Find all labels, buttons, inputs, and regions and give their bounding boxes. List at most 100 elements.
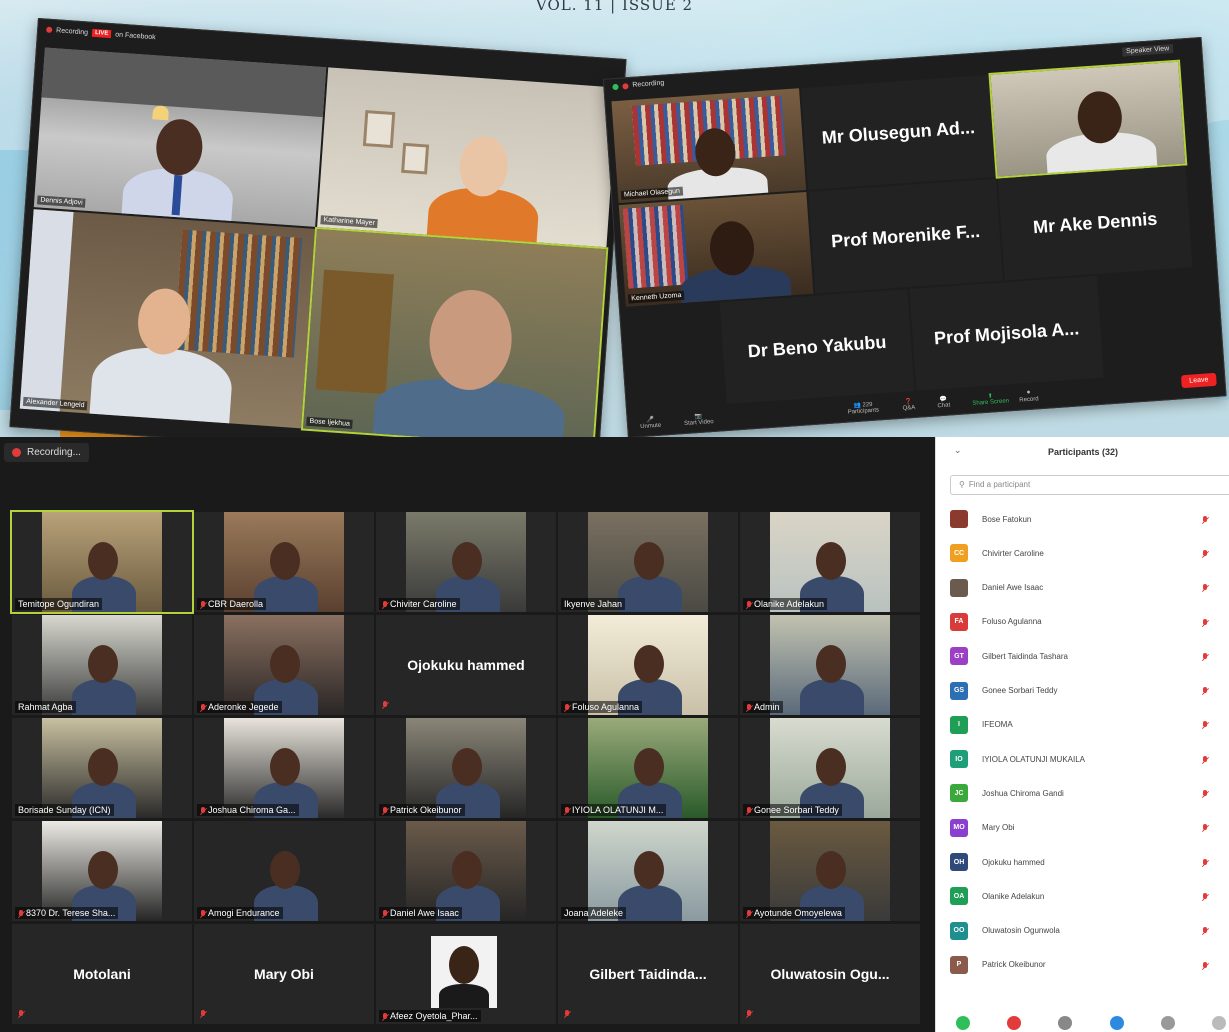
participant-name-tile[interactable]: Motolani <box>12 924 192 1024</box>
face <box>452 748 482 786</box>
video-tile[interactable]: Alexander Lengeld <box>19 209 315 429</box>
muted-mic-icon[interactable] <box>1202 926 1229 936</box>
participant-name-tile[interactable]: Mr Ake Dennis <box>997 165 1193 281</box>
participant-row[interactable]: FA Foluso Agulanna <box>950 610 1229 634</box>
muted-mic-icon[interactable] <box>1202 754 1229 764</box>
video-tile[interactable]: Daniel Awe Isaac <box>376 821 556 921</box>
participant-name-tile[interactable]: Prof Mojisola A... <box>909 275 1104 391</box>
participant-row[interactable]: IO IYIOLA OLATUNJI MUKAILA <box>950 747 1229 771</box>
video-tile[interactable]: Borisade Sunday (ICN) <box>12 718 192 818</box>
video-tile[interactable]: Amogi Endurance <box>194 821 374 921</box>
participant-label: Temitope Ogundiran <box>15 598 103 610</box>
no-icon[interactable] <box>1007 1016 1022 1030</box>
faster-icon[interactable] <box>1109 1016 1124 1030</box>
participant-row[interactable]: OH Ojokuku hammed <box>950 850 1229 874</box>
muted-mic-icon[interactable] <box>1202 857 1229 867</box>
participant-row[interactable]: I IFEOMA <box>950 713 1229 737</box>
avatar: GS <box>950 681 968 700</box>
muted-mic-icon[interactable] <box>1202 788 1229 798</box>
video-tile[interactable]: Admin <box>740 615 920 715</box>
avatar: FA <box>950 612 968 631</box>
video-tile[interactable]: Gonee Sorbari Teddy <box>740 718 920 818</box>
participant-name-tile[interactable]: Prof Morenike F... <box>808 178 1003 294</box>
record-icon <box>46 26 53 34</box>
participant-row[interactable]: GT Gilbert Taidinda Tashara <box>950 644 1229 668</box>
participant-label: CBR Daerolla <box>197 598 267 610</box>
participant-name-tile[interactable]: Gilbert Taidinda... <box>558 924 738 1024</box>
participant-name: Ojokuku hammed <box>982 857 1045 867</box>
participant-row[interactable]: P Patrick Okeibunor <box>950 953 1229 977</box>
q-and-a-button[interactable]: ❓ Q&A <box>902 398 915 412</box>
video-tile[interactable]: CBR Daerolla <box>194 512 374 612</box>
participants-button[interactable]: 👥 229 Participants <box>847 400 880 416</box>
participant-search-input[interactable]: ⚲ Find a participant <box>950 475 1229 495</box>
participant-name-tile[interactable]: Dr Beno Yakubu <box>719 289 915 405</box>
video-tile[interactable]: 8370 Dr. Terese Sha... <box>12 821 192 921</box>
participant-row[interactable]: OA Olanike Adelakun <box>950 884 1229 908</box>
muted-mic-icon <box>382 1012 388 1021</box>
video-tile[interactable]: Katharine Mayer <box>317 67 618 248</box>
slower-icon[interactable] <box>1058 1016 1073 1030</box>
video-tile[interactable]: Ikyenve Jahan <box>558 512 738 612</box>
face <box>816 542 846 580</box>
muted-mic-icon <box>200 806 206 815</box>
start-video-button[interactable]: 📷 Start Video <box>683 412 714 427</box>
share-screen-button[interactable]: ⬆ Share Screen <box>972 391 1009 406</box>
muted-mic-icon[interactable] <box>1202 960 1229 970</box>
person-body <box>439 984 489 1008</box>
leave-button[interactable]: Leave <box>1180 372 1217 389</box>
face <box>634 645 664 683</box>
participant-row[interactable]: GS Gonee Sorbari Teddy <box>950 679 1229 703</box>
video-tile[interactable]: Dennis Adjovi <box>33 47 327 227</box>
muted-mic-icon[interactable] <box>1202 617 1229 627</box>
muted-mic-icon[interactable] <box>1202 720 1229 730</box>
participant-row[interactable]: JC Joshua Chiroma Gandi <box>950 781 1229 805</box>
video-tile[interactable]: Joshua Chiroma Ga... <box>194 718 374 818</box>
person-body <box>800 679 864 715</box>
recording-indicator[interactable]: Recording... <box>4 443 89 462</box>
video-tile[interactable]: Michael Olasegun <box>611 88 807 204</box>
muted-mic-icon[interactable] <box>1202 514 1229 524</box>
participant-name-tile[interactable]: Ojokuku hammed <box>376 615 556 715</box>
video-tile[interactable]: Chiviter Caroline <box>376 512 556 612</box>
participant-row[interactable]: Bose Fatokun <box>950 507 1229 531</box>
unmute-button[interactable]: 🎤 Unmute <box>640 416 661 430</box>
participant-name-tile[interactable]: Oluwatosin Ogu... <box>740 924 920 1024</box>
video-tile[interactable]: Aderonke Jegede <box>194 615 374 715</box>
video-tile[interactable]: IYIOLA OLATUNJI M... <box>558 718 738 818</box>
muted-mic-icon[interactable] <box>1202 686 1229 696</box>
muted-mic-icon[interactable] <box>1202 891 1229 901</box>
muted-mic-icon[interactable] <box>1202 651 1229 661</box>
muted-mic-icon <box>564 806 570 815</box>
muted-mic-icon[interactable] <box>1202 583 1229 593</box>
more-icon[interactable] <box>1160 1016 1175 1030</box>
record-button[interactable]: ⏺ Record <box>1019 389 1039 404</box>
chat-button[interactable]: 💬 Chat <box>937 395 950 410</box>
participant-row[interactable]: CC Chivirter Caroline <box>950 541 1229 565</box>
muted-mic-icon[interactable] <box>1202 548 1229 558</box>
more-icon[interactable] <box>1211 1016 1226 1030</box>
video-tile[interactable]: Olanike Adelakun <box>740 512 920 612</box>
participant-name-tile[interactable]: Mr Olusegun Ad... <box>801 74 996 190</box>
video-tile[interactable]: Ayotunde Omoyelewa <box>740 821 920 921</box>
muted-mic-icon[interactable] <box>1202 823 1229 833</box>
participant-name: IYIOLA OLATUNJI MUKAILA <box>982 754 1085 764</box>
video-tile[interactable]: Rahmat Agba <box>12 615 192 715</box>
video-tile-active-speaker[interactable] <box>988 59 1188 179</box>
participant-row[interactable]: Daniel Awe Isaac <box>950 576 1229 600</box>
video-tile[interactable]: Temitope Ogundiran <box>10 510 194 614</box>
participant-row[interactable]: MO Mary Obi <box>950 816 1229 840</box>
muted-mic-icon <box>382 600 388 609</box>
avatar: OO <box>950 921 968 940</box>
participant-row[interactable]: OO Oluwatosin Ogunwola <box>950 919 1229 943</box>
video-tile[interactable]: Joana Adeleke <box>558 821 738 921</box>
bookshelf <box>622 204 689 289</box>
yes-icon[interactable] <box>956 1016 970 1030</box>
video-tile-active-speaker[interactable]: Bose Ijekhua <box>300 226 609 451</box>
speaker-view-button[interactable]: Speaker View <box>1121 44 1174 57</box>
video-tile[interactable]: Foluso Agulanna <box>558 615 738 715</box>
participant-name-tile[interactable]: Mary Obi <box>194 924 374 1024</box>
video-tile[interactable]: Patrick Okeibunor <box>376 718 556 818</box>
video-tile[interactable]: Kenneth Uzoma <box>618 191 814 307</box>
video-tile[interactable]: Afeez Oyetola_Phar... <box>376 924 556 1024</box>
